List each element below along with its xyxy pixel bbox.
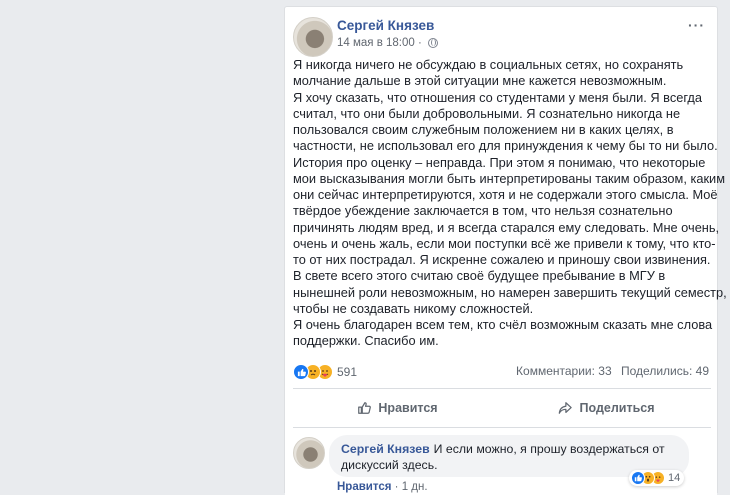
more-options-button[interactable]: ··· [688, 17, 705, 33]
separator: · [394, 481, 399, 493]
divider [293, 388, 711, 389]
post-text-line: История про оценку – неправда. При этом … [293, 154, 706, 170]
post-actions: Нравится Поделиться [293, 395, 711, 421]
post-text-line: очень и очень жаль, если мои поступки вс… [293, 235, 716, 251]
post-text: Я никогда ничего не обсуждаю в социальны… [293, 57, 727, 350]
like-icon [293, 364, 309, 380]
post-text-line: они сейчас интерпретируются, хотя и не с… [293, 187, 718, 202]
like-icon [631, 471, 645, 485]
post-text-line: Я очень благодарен всем тем, кто счёл во… [293, 317, 713, 332]
post-stats: 591 Комментарии: 33 Поделились: 49 [293, 364, 709, 382]
post-text-line: то от них пострадал. Я искренне сожалею … [293, 252, 711, 267]
post-author-name[interactable]: Сергей Князев [337, 18, 434, 33]
globe-icon [427, 38, 438, 48]
comment-actions: Нравится · 1 дн. [337, 481, 428, 493]
comment-reactions[interactable]: 14 [629, 470, 685, 486]
comments-count[interactable]: Комментарии: 33 [516, 364, 612, 378]
post-text-line: причинять людям вред, и я всегда старалс… [293, 219, 720, 235]
reactions-count: 591 [337, 365, 358, 379]
post-timestamp[interactable]: 14 мая в 18:00 · [337, 37, 422, 49]
engagement-counts: Комментарии: 33 Поделились: 49 [510, 364, 709, 378]
comment-text: дискуссий здесь. [341, 458, 438, 472]
like-button[interactable]: Нравится [293, 395, 502, 421]
like-button-label: Нравится [378, 401, 438, 415]
reactions-summary[interactable]: 591 [293, 364, 357, 380]
post-text-line: молчание дальше в этой ситуации мне каже… [293, 73, 667, 89]
post-text-line: пользовался своим служебным положением н… [293, 122, 674, 137]
share-icon [559, 402, 573, 414]
comment-like-link[interactable]: Нравится [337, 481, 391, 493]
post-text-line: В свете всего этого считаю своё будущее … [293, 268, 666, 284]
post-text-line: Я хочу сказать, что отношения со студент… [293, 89, 703, 105]
post-meta: 14 мая в 18:00 · [337, 37, 438, 49]
post-text-line: поддержки. Спасибо им. [293, 333, 439, 349]
comment-reactions-count: 14 [668, 472, 681, 484]
post-text-line: чтобы не создавать никому сложностей. [293, 300, 534, 316]
post-card: Сергей Князев 14 мая в 18:00 · ··· Я ник… [284, 6, 727, 495]
share-button[interactable]: Поделиться [502, 395, 711, 421]
comment-age[interactable]: 1 дн. [402, 481, 428, 493]
post-text-line: Я никогда ничего не обсуждаю в социальны… [293, 57, 684, 72]
post-text-line: считал, что они были добровольными. Я со… [293, 105, 681, 121]
author-avatar[interactable] [293, 17, 333, 57]
post-text-line: мои высказывания могли быть интерпретиро… [293, 170, 725, 186]
post-text-line: частности, не использовал его для принуж… [293, 138, 718, 154]
post-text-line: твёрдое убеждение заключается в том, что… [293, 203, 673, 219]
share-button-label: Поделиться [579, 401, 655, 415]
shares-count[interactable]: Поделились: 49 [621, 364, 709, 378]
comment: Сергей Князев И если можно, я прошу возде… [285, 435, 717, 495]
post-text-line: нынешней роли невозможным, но намерен за… [293, 284, 727, 300]
thumbs-up-icon [358, 402, 372, 414]
commenter-avatar[interactable] [293, 437, 325, 469]
comment-author-name[interactable]: Сергей Князев [341, 442, 430, 456]
divider [293, 427, 711, 428]
comment-text: И если можно, я прошу воздержаться от [433, 442, 665, 456]
